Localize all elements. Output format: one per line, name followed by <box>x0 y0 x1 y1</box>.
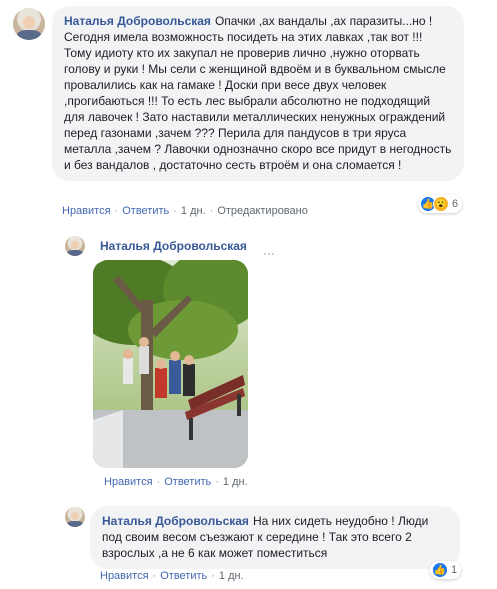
like-link[interactable]: Нравится <box>62 205 111 217</box>
comment-author[interactable]: Наталья Добровольская <box>100 239 247 253</box>
comment-author[interactable]: Наталья Добровольская <box>64 14 211 28</box>
timestamp[interactable]: 1 дн. <box>223 476 248 488</box>
reactions-count: 1 <box>451 564 458 576</box>
reactions-summary[interactable]: 👍 1 <box>430 561 462 579</box>
comment-author[interactable]: Наталья Добровольская <box>102 514 249 528</box>
avatar[interactable] <box>13 8 45 40</box>
reply-link[interactable]: Ответить <box>122 205 169 217</box>
comment-bubble: Наталья Добровольская Опачки ,ах вандалы … <box>52 6 464 181</box>
comment-actions: Нравится · Ответить · 1 дн. · Отредактировано <box>62 205 308 217</box>
avatar[interactable] <box>65 507 85 527</box>
park-bench-photo <box>93 260 248 468</box>
reply-link[interactable]: Ответить <box>160 570 207 582</box>
reactions-count: 6 <box>452 198 459 210</box>
comment-actions: Нравится · Ответить · 1 дн. <box>104 476 248 488</box>
comment-actions: Нравится · Ответить · 1 дн. <box>100 570 244 582</box>
wow-reaction-icon: 😮 <box>433 196 449 212</box>
avatar[interactable] <box>65 236 85 256</box>
like-link[interactable]: Нравится <box>104 476 153 488</box>
like-reaction-icon: 👍 <box>432 562 448 578</box>
like-link[interactable]: Нравится <box>100 570 149 582</box>
comment-text: Опачки ,ах вандалы ,ах паразиты...но ! С… <box>64 14 452 172</box>
separator: · <box>114 205 119 217</box>
edited-label: Отредактировано <box>217 205 308 217</box>
reply-link[interactable]: Ответить <box>164 476 211 488</box>
comment-photo[interactable] <box>93 260 248 468</box>
more-options-icon[interactable] <box>264 244 276 255</box>
timestamp[interactable]: 1 дн. <box>219 570 244 582</box>
reactions-summary[interactable]: 👍 😮 6 <box>418 195 463 213</box>
comment-bubble: Наталья Добровольская На них сидеть неудо… <box>90 506 460 569</box>
timestamp[interactable]: 1 дн. <box>181 205 206 217</box>
